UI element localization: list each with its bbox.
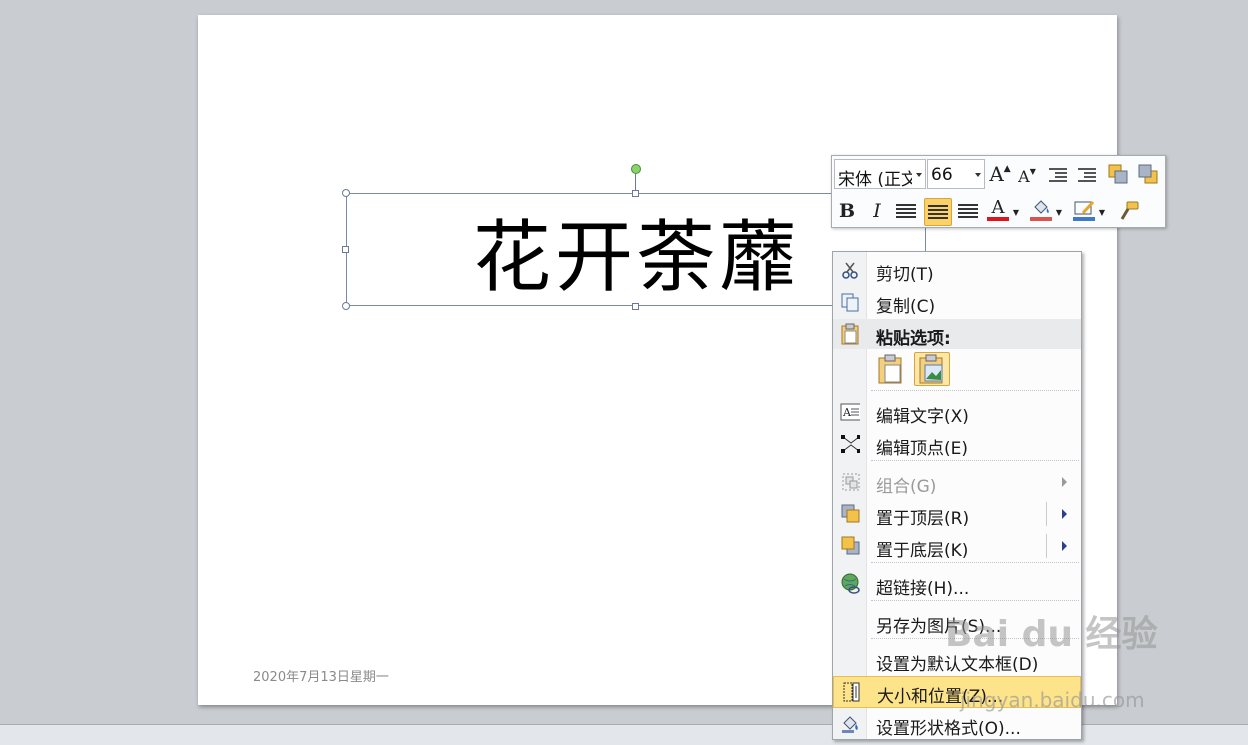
resize-handle-left[interactable] [342, 246, 349, 253]
outline-color-dropdown-icon[interactable]: ▼ [1097, 200, 1107, 224]
paint-bucket-icon [1034, 200, 1049, 214]
rotate-handle[interactable] [631, 164, 641, 174]
edit-points-icon [840, 435, 860, 453]
svg-text:A: A [842, 406, 852, 419]
fill-color-dropdown-icon[interactable]: ▼ [1054, 200, 1064, 224]
align-right-icon [958, 204, 978, 218]
menu-item-copy-label: 复制(C) [876, 297, 936, 317]
menu-item-group[interactable]: 组合(G) [833, 467, 1081, 497]
submenu-arrow-icon[interactable] [1062, 509, 1067, 519]
bold-button[interactable]: B [835, 199, 859, 223]
format-painter-button[interactable] [1117, 199, 1141, 223]
clipboard-icon [840, 323, 860, 345]
copy-icon [840, 293, 860, 312]
paste-options-label: 粘贴选项: [876, 329, 951, 349]
menu-separator [871, 600, 1079, 601]
menu-item-hyperlink[interactable]: 超链接(H)... [833, 569, 1081, 599]
font-color-icon: A [991, 197, 1005, 218]
decrease-indent-button[interactable] [1046, 163, 1070, 187]
font-name-dropdown-icon[interactable] [916, 173, 922, 177]
format-shape-icon [840, 715, 860, 733]
submenu-arrow-icon [1062, 477, 1067, 487]
mini-toolbar: 宋体 (正文 66 A ▲ A ▼ B I A ▼ ▼ ▼ [831, 155, 1166, 228]
baidu-watermark-url: jingyan.baidu.com [960, 688, 1145, 712]
font-size-dropdown-icon[interactable] [975, 173, 981, 177]
align-left-button[interactable] [894, 199, 918, 223]
menu-item-edit-text-label: 编辑文字(X) [876, 407, 969, 427]
resize-handle-top[interactable] [632, 190, 639, 197]
font-name-combo[interactable]: 宋体 (正文 [834, 159, 926, 190]
menu-item-edit-text[interactable]: A 编辑文字(X) [833, 397, 1081, 427]
bring-forward-icon [1108, 164, 1128, 184]
menu-item-edit-points[interactable]: 编辑顶点(E) [833, 429, 1081, 459]
font-size-combo[interactable]: 66 [927, 159, 985, 189]
fill-color-swatch [1030, 217, 1052, 221]
submenu-arrow-icon[interactable] [1062, 541, 1067, 551]
menu-item-bring-to-front-label: 置于顶层(R) [876, 509, 970, 529]
resize-handle-bottom[interactable] [632, 303, 639, 310]
menu-item-send-to-back[interactable]: 置于底层(K) [833, 531, 1081, 561]
scissors-icon [840, 261, 860, 279]
edit-text-icon: A [840, 403, 860, 421]
align-left-icon [896, 204, 916, 218]
menu-item-cut-label: 剪切(T) [876, 265, 934, 285]
font-name-value: 宋体 (正文 [838, 170, 912, 190]
italic-button[interactable]: I [865, 199, 889, 223]
size-position-icon [841, 682, 861, 702]
group-icon [840, 473, 860, 491]
pen-outline-icon [1074, 200, 1095, 215]
send-backward-button[interactable] [1136, 162, 1160, 186]
hyperlink-globe-icon [840, 573, 860, 594]
outline-color-swatch [1073, 217, 1095, 221]
menu-item-format-shape[interactable]: 设置形状格式(O)... [833, 709, 1081, 739]
shrink-font-button[interactable]: A ▼ [1015, 164, 1039, 188]
paste-picture-icon [919, 354, 943, 384]
format-painter-icon [1120, 201, 1139, 220]
bring-forward-button[interactable] [1106, 162, 1130, 186]
menu-item-group-label: 组合(G) [876, 477, 937, 497]
increase-indent-button[interactable] [1075, 163, 1099, 187]
align-right-button[interactable] [956, 199, 980, 223]
font-color-button[interactable]: A [986, 198, 1010, 222]
font-color-dropdown-icon[interactable]: ▼ [1011, 200, 1021, 224]
decrease-indent-icon [1049, 168, 1067, 182]
increase-indent-icon [1078, 168, 1096, 182]
resize-handle-top-left[interactable] [342, 189, 350, 197]
paste-keep-format-icon [878, 354, 902, 384]
menu-item-hyperlink-label: 超链接(H)... [876, 579, 970, 599]
paste-options-header: 粘贴选项: [833, 319, 1081, 349]
menu-separator [871, 460, 1079, 461]
grow-font-button[interactable]: A ▲ [988, 162, 1012, 186]
align-center-icon [928, 205, 948, 219]
footer-date: 2020年7月13日星期一 [253, 670, 389, 685]
align-center-button[interactable] [924, 198, 952, 226]
menu-item-copy[interactable]: 复制(C) [833, 287, 1081, 317]
send-to-back-icon [840, 536, 860, 555]
bring-to-front-icon [840, 504, 860, 523]
fill-color-button[interactable] [1029, 198, 1053, 222]
send-backward-icon [1138, 164, 1158, 184]
grow-font-icon: A [989, 162, 1004, 186]
font-color-swatch [987, 217, 1009, 221]
resize-handle-bottom-left[interactable] [342, 302, 350, 310]
baidu-watermark: Bai du 经验 [945, 614, 1158, 655]
menu-item-cut[interactable]: 剪切(T) [833, 255, 1081, 285]
split-divider [1046, 502, 1047, 526]
menu-item-edit-points-label: 编辑顶点(E) [876, 439, 969, 459]
paste-picture-button[interactable] [914, 352, 950, 386]
menu-separator [871, 562, 1079, 563]
paste-keep-format-button[interactable] [876, 353, 906, 385]
split-divider [1046, 534, 1047, 558]
font-size-value: 66 [931, 165, 953, 185]
menu-item-format-shape-label: 设置形状格式(O)... [876, 719, 1021, 739]
menu-item-send-to-back-label: 置于底层(K) [876, 541, 969, 561]
menu-separator [871, 390, 1079, 391]
outline-color-button[interactable] [1072, 198, 1096, 222]
menu-item-bring-to-front[interactable]: 置于顶层(R) [833, 499, 1081, 529]
shrink-font-icon: A [1018, 166, 1030, 186]
context-menu: 剪切(T) 复制(C) 粘贴选项: A 编辑文字(X) 编辑顶点(E) 组合(G… [832, 251, 1082, 740]
